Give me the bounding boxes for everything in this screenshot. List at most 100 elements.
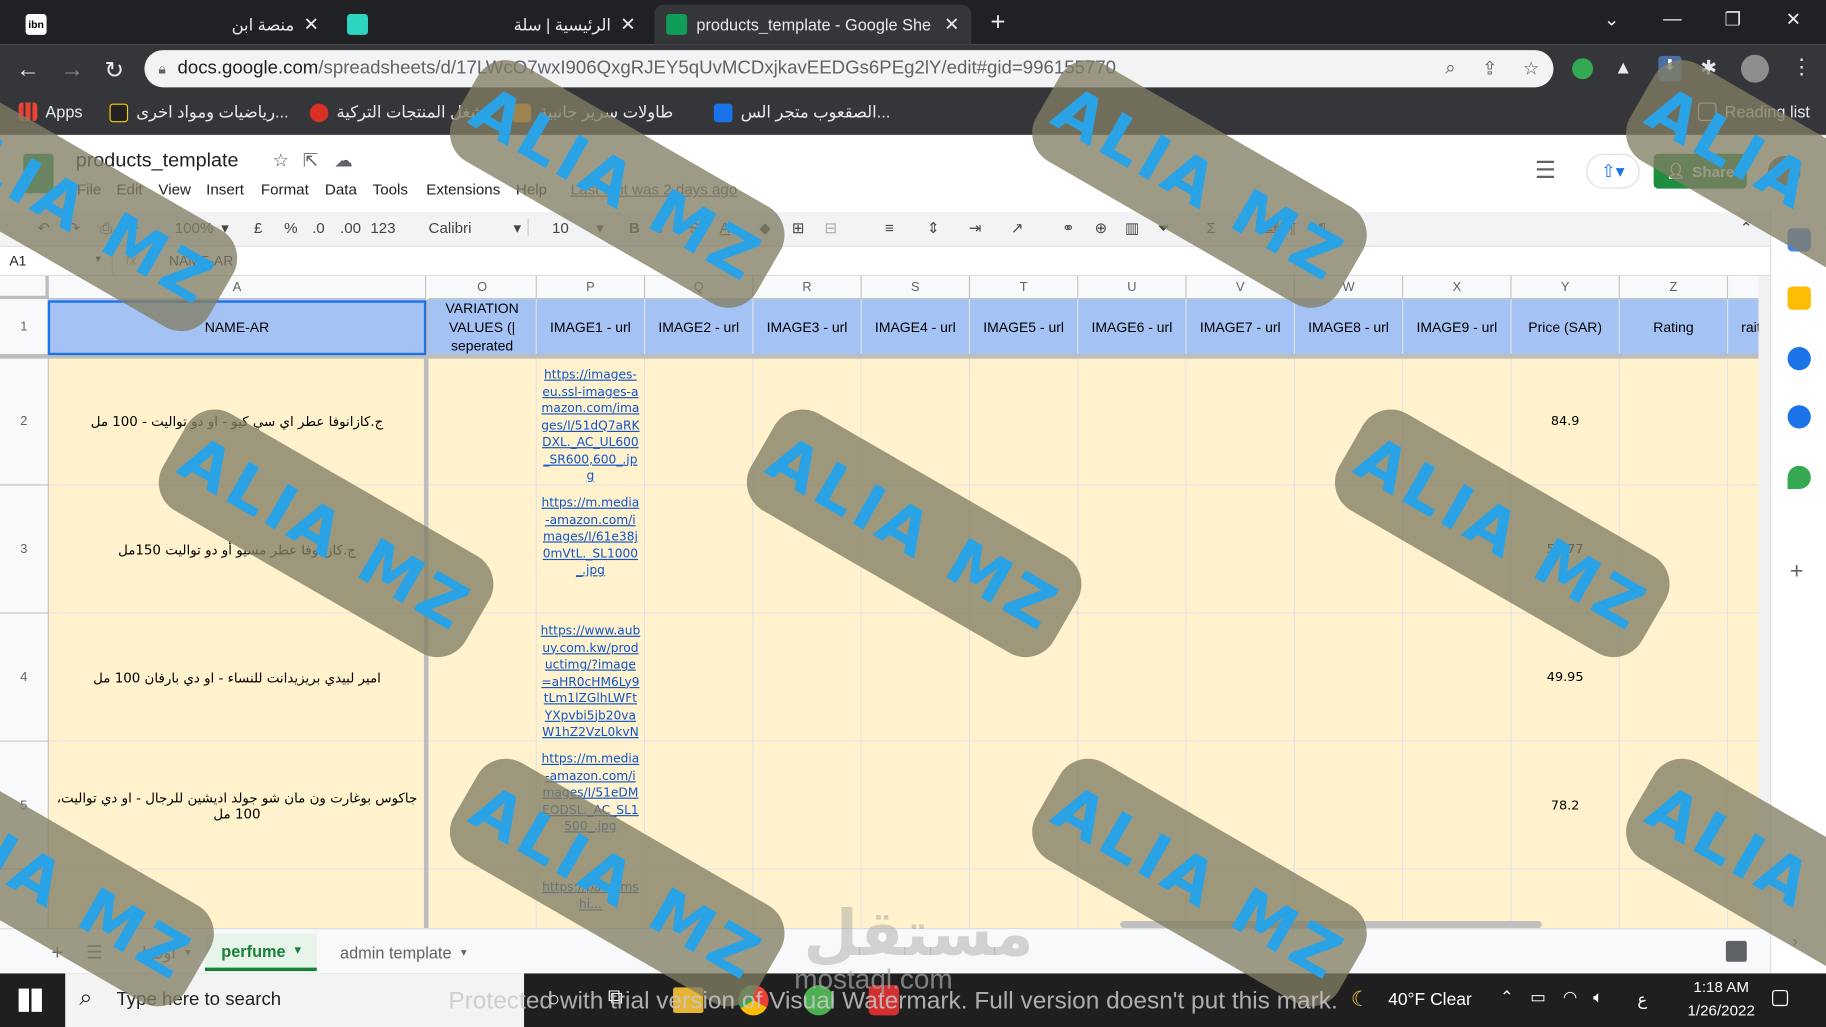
ltr-icon[interactable]: ¶	[1318, 219, 1326, 236]
bookmark-apps[interactable]: Apps	[18, 102, 83, 122]
account-avatar[interactable]	[1767, 156, 1801, 189]
wifi-icon[interactable]: ◠	[1563, 987, 1577, 1007]
bold-icon[interactable]: B	[629, 219, 640, 236]
table-cell[interactable]	[428, 741, 537, 870]
print-icon[interactable]: ⎙	[100, 219, 112, 238]
menu-help[interactable]: Help	[516, 180, 547, 197]
header-cell[interactable]: VARIATION VALUES (| seperated	[428, 299, 537, 356]
share-page-icon[interactable]: ⇪	[1482, 57, 1498, 80]
address-bar[interactable]: 🔒︎ docs.google.com/spreadsheets/d/17LWcO…	[144, 50, 1554, 88]
more-formats-button[interactable]: 123	[370, 219, 395, 236]
restore-icon[interactable]: ❐	[1703, 0, 1764, 40]
name-ar-cell[interactable]	[48, 869, 427, 929]
header-cell[interactable]: IMAGE4 - url	[861, 299, 971, 356]
table-cell[interactable]	[1403, 869, 1512, 929]
table-cell[interactable]	[970, 357, 1079, 486]
text-color-icon[interactable]: A	[720, 219, 730, 236]
link-icon[interactable]: ⚭	[1062, 219, 1075, 238]
table-cell[interactable]	[1186, 485, 1295, 614]
name-ar-cell[interactable]: ج.كازانوفا عطر اي سي كيو - او دو تواليت …	[48, 357, 427, 486]
menu-format[interactable]: Format	[261, 180, 309, 197]
column-header-T[interactable]: T	[970, 275, 1079, 300]
header-cell[interactable]: rait	[1728, 299, 1759, 356]
maps-icon[interactable]	[1787, 465, 1811, 490]
table-cell[interactable]	[1619, 357, 1729, 486]
table-cell[interactable]	[1078, 485, 1187, 614]
last-edit-link[interactable]: Last edit was 2 days ago	[571, 180, 738, 197]
clock-date[interactable]: 1/26/2022	[1677, 1001, 1766, 1018]
table-cell[interactable]	[1403, 613, 1512, 742]
image1-url-cell[interactable]: https://m.media-amazon.com/images/I/51eD…	[536, 741, 646, 870]
image1-url-cell[interactable]: https://pa.namshi...	[536, 869, 646, 929]
horizontal-scrollbar[interactable]	[1120, 921, 1542, 929]
chevron-down-icon[interactable]: ▾	[514, 219, 522, 238]
redo-icon[interactable]: ↷	[68, 219, 81, 238]
price-cell[interactable]: 49.95	[1511, 613, 1620, 742]
column-header-Y[interactable]: Y	[1511, 275, 1620, 300]
rtl-icon[interactable]: ¶	[1288, 219, 1296, 236]
wrap-icon[interactable]: ⇥	[969, 219, 982, 238]
table-cell[interactable]	[428, 485, 537, 614]
table-cell[interactable]	[645, 869, 754, 929]
sheet-tab-ofra[interactable]: اوفرا ▾	[126, 934, 208, 971]
table-cell[interactable]	[1403, 357, 1512, 486]
align-icon[interactable]: ≡	[885, 219, 894, 236]
input-tools-icon[interactable]: ⌨	[1258, 219, 1280, 238]
explore-icon[interactable]	[1725, 940, 1747, 962]
table-cell[interactable]	[1186, 741, 1295, 870]
close-tab-icon[interactable]: ✕	[620, 13, 636, 36]
table-cell[interactable]	[753, 741, 862, 870]
column-header-S[interactable]: S	[861, 275, 971, 300]
download-icon[interactable]: ⬇	[1658, 55, 1682, 82]
close-window-icon[interactable]: ✕	[1763, 0, 1824, 40]
table-cell[interactable]	[1186, 869, 1295, 929]
table-cell[interactable]	[1403, 485, 1512, 614]
table-cell[interactable]	[1619, 485, 1729, 614]
sheet-tab-admin-template[interactable]: admin template ▾	[324, 934, 483, 971]
menu-file[interactable]: File	[77, 180, 101, 197]
table-cell[interactable]	[1186, 613, 1295, 742]
table-cell[interactable]	[1619, 869, 1729, 929]
table-cell[interactable]	[428, 357, 537, 486]
notification-icon[interactable]: ▢	[1770, 985, 1790, 1009]
new-tab-button[interactable]: +	[982, 6, 1015, 39]
tasks-icon[interactable]	[1787, 346, 1811, 371]
comment-icon[interactable]: ⊕	[1095, 219, 1108, 238]
table-cell[interactable]	[1403, 741, 1512, 870]
table-cell[interactable]	[753, 613, 862, 742]
zoom-select[interactable]: 100%	[175, 219, 214, 236]
table-cell[interactable]	[1728, 613, 1759, 742]
table-cell[interactable]	[645, 357, 754, 486]
table-cell[interactable]	[970, 613, 1079, 742]
italic-icon[interactable]: I	[659, 219, 663, 236]
volume-icon[interactable]: 🔈︎	[1593, 987, 1603, 1007]
table-cell[interactable]	[1728, 869, 1759, 929]
header-cell[interactable]: Price (SAR)	[1511, 299, 1620, 356]
table-cell[interactable]	[861, 613, 971, 742]
price-cell[interactable]	[1511, 869, 1620, 929]
browser-tab-sheets[interactable]: products_template - Google She ✕	[654, 4, 972, 45]
price-cell[interactable]: 84.9	[1511, 357, 1620, 486]
table-cell[interactable]	[1619, 613, 1729, 742]
fill-color-icon[interactable]: ◆	[759, 219, 771, 238]
table-cell[interactable]	[1619, 741, 1729, 870]
column-header-R[interactable]: R	[753, 275, 862, 300]
font-size-select[interactable]: 10	[552, 219, 569, 236]
row-header-4[interactable]: 4	[0, 613, 49, 742]
price-cell[interactable]: 56.77	[1511, 485, 1620, 614]
select-all-corner[interactable]	[0, 275, 49, 300]
name-ar-cell[interactable]: جاكوس بوغارت ون مان شو جولد اديشين للرجا…	[48, 741, 427, 870]
row-header-1[interactable]: 1	[0, 299, 49, 356]
increase-decimal-button[interactable]: .00	[340, 219, 361, 236]
browser-tab-ibn[interactable]: ibn منصة ابن ✕	[14, 5, 331, 45]
name-ar-cell[interactable]: ج.كازانوفا عطر مسيو أو دو تواليت 150مل	[48, 485, 427, 614]
column-header-U[interactable]: U	[1078, 275, 1187, 300]
tab-search-icon[interactable]: ⌄	[1581, 0, 1642, 40]
sheets-logo-icon[interactable]	[23, 153, 54, 194]
table-cell[interactable]	[970, 741, 1079, 870]
back-icon[interactable]: ←	[12, 54, 45, 87]
comments-icon[interactable]: ☰	[1535, 156, 1556, 185]
row-header-2[interactable]: 2	[0, 357, 49, 486]
windows-start-icon[interactable]	[18, 988, 42, 1012]
column-header-Z[interactable]: Z	[1619, 275, 1729, 300]
